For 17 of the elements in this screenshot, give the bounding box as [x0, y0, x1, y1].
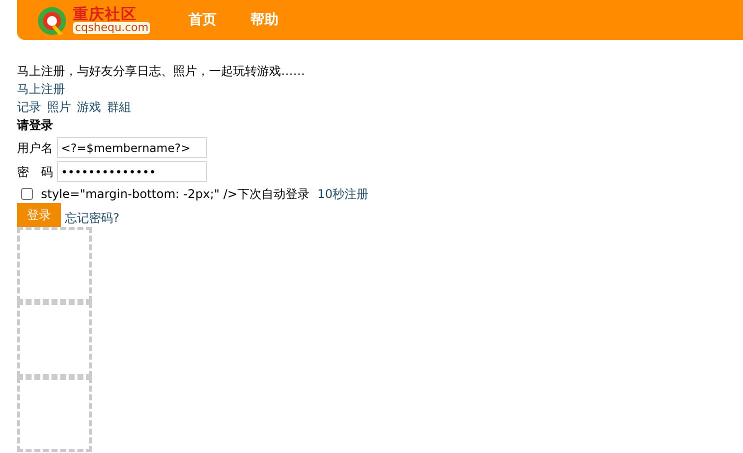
- remember-label: style="margin-bottom: -2px;" />下次自动登录: [41, 186, 310, 203]
- feature-link[interactable]: 记录: [17, 98, 41, 116]
- username-field[interactable]: <?=$membername?>: [57, 137, 207, 158]
- logo-name: 重庆社区: [73, 6, 137, 22]
- field-label: 密 码: [17, 164, 53, 180]
- feature-link[interactable]: 照片: [47, 98, 71, 116]
- login-title: 请登录: [17, 117, 54, 134]
- password-field[interactable]: ••••••••••••••: [57, 161, 207, 182]
- forgot-password-link[interactable]: 忘记密码?: [65, 209, 120, 227]
- feature-link[interactable]: 群組: [107, 98, 131, 116]
- intro-text: 马上注册，与好友分享日志、照片，一起玩转游戏……: [17, 63, 306, 80]
- field-label: 用户名: [17, 140, 53, 156]
- remember-checkbox[interactable]: [21, 188, 33, 200]
- logo-domain: cqshequ.com: [73, 22, 150, 34]
- quick-register-link[interactable]: 10秒注册: [317, 185, 369, 203]
- feature-link[interactable]: 游戏: [77, 98, 101, 116]
- register-link[interactable]: 马上注册: [17, 82, 65, 96]
